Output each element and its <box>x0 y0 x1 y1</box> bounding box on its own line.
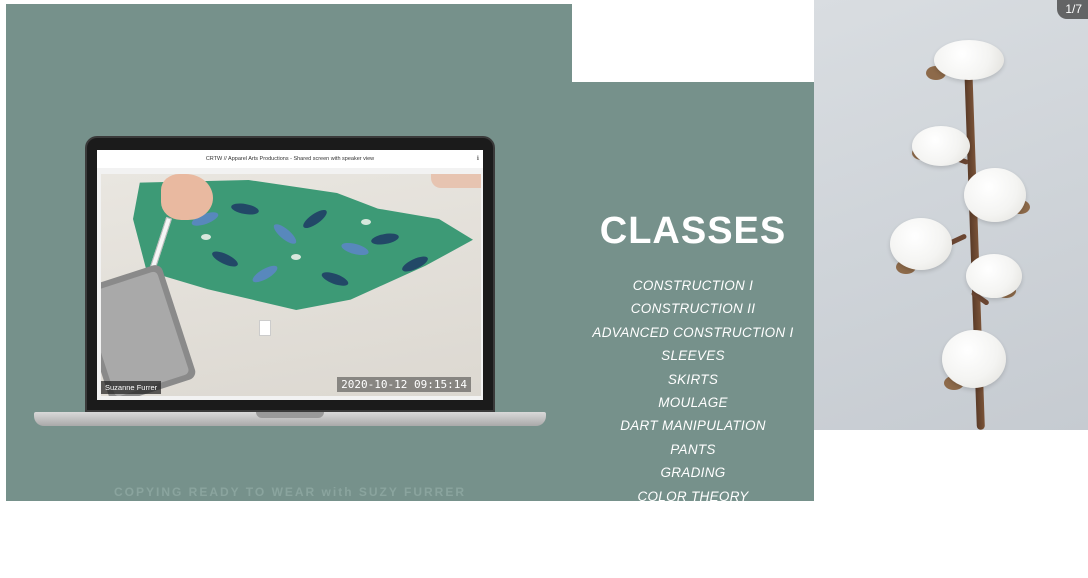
list-item: CONSTRUCTION II <box>630 301 756 317</box>
list-item: COLOR THEORY <box>637 488 749 504</box>
fabric-flower <box>291 254 301 260</box>
list-item: SKIRTS <box>667 371 719 387</box>
cotton-boll <box>942 330 1006 388</box>
laptop-screen: CRTW // Apparel Arts Productions - Share… <box>97 150 483 400</box>
cotton-boll <box>966 254 1022 298</box>
gallery-counter: 1/7 <box>1057 0 1088 19</box>
laptop-notch <box>256 412 324 418</box>
fabric-flower <box>201 234 211 240</box>
classes-panel: CLASSES CONSTRUCTION I CONSTRUCTION II A… <box>572 82 814 574</box>
list-item: SLEEVES <box>661 348 725 364</box>
laptop-screen-frame: CRTW // Apparel Arts Productions - Share… <box>85 136 495 412</box>
list-item: CONSTRUCTION I <box>632 278 754 293</box>
list-item: DRAPING <box>661 511 725 527</box>
list-item: DART MANIPULATION <box>620 418 766 434</box>
screen-share-title: CRTW // Apparel Arts Productions - Share… <box>205 156 375 162</box>
cotton-boll <box>964 168 1026 222</box>
paper-tag <box>259 320 271 336</box>
classes-heading: CLASSES <box>599 210 787 252</box>
info-icon: ℹ <box>476 156 479 162</box>
classes-list: CONSTRUCTION I CONSTRUCTION II ADVANCED … <box>572 274 814 578</box>
speaker-name-label: Suzanne Furrer <box>101 381 162 394</box>
arm <box>431 174 481 188</box>
list-item: GRADING <box>660 465 726 481</box>
hand <box>161 174 213 220</box>
cotton-boll <box>890 218 952 270</box>
list-item: TECH PACKS <box>648 535 738 551</box>
video-timestamp: 2020-10-12 09:15:14 <box>337 377 471 392</box>
fabric-flower <box>361 219 371 225</box>
video-frame[interactable]: Suzanne Furrer 2020-10-12 09:15:14 <box>101 174 481 396</box>
list-item: PANTS <box>670 441 716 457</box>
list-item: ADVANCED CONSTRUCTION I <box>592 324 794 340</box>
slide-title: COPYING READY TO WEAR with SUZY FURRER <box>113 485 467 499</box>
list-item: TEXTILES <box>659 558 727 574</box>
list-item: MOULAGE <box>658 394 728 410</box>
screen-share-header: CRTW // Apparel Arts Productions - Share… <box>97 150 483 168</box>
cotton-boll <box>912 126 970 166</box>
cotton-boll <box>934 40 1004 80</box>
laptop-base <box>34 412 546 426</box>
